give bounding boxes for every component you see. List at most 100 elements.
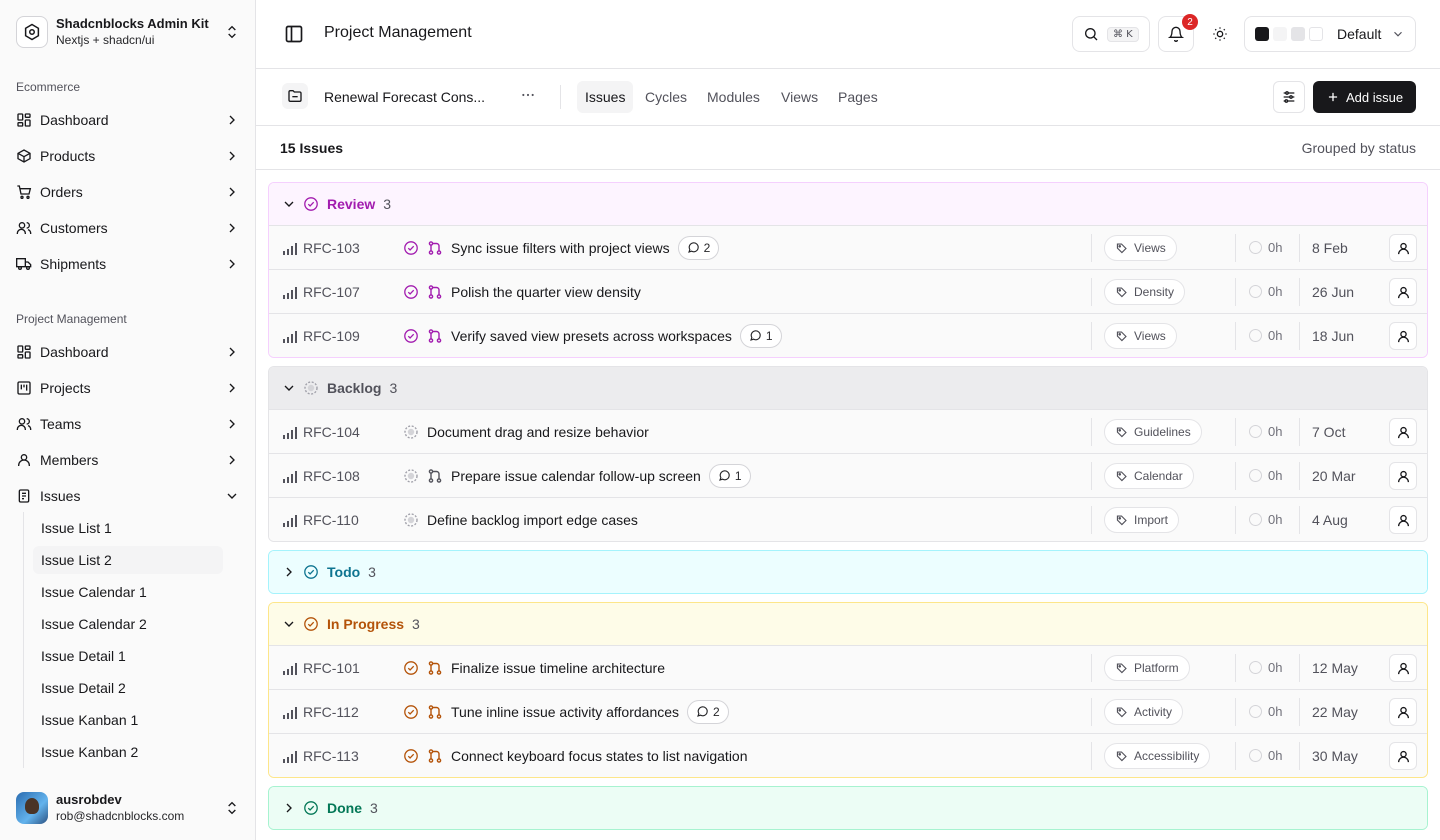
label-chip[interactable]: Platform [1104,655,1190,681]
chevron-down-icon[interactable] [281,616,297,632]
assignee-button[interactable] [1389,418,1417,446]
sidebar-item-products[interactable]: Products [8,140,248,172]
issue-row[interactable]: RFC-108 Prepare issue calendar follow-up … [269,453,1427,497]
due-date[interactable]: 30 May [1312,748,1358,764]
estimate[interactable]: 0h [1249,748,1282,763]
theme-select[interactable]: Default [1244,16,1416,52]
tab-modules[interactable]: Modules [699,81,768,113]
sidebar-item-shipments[interactable]: Shipments [8,248,248,280]
issue-row[interactable]: RFC-112 Tune inline issue activity afford… [269,689,1427,733]
workspace-switcher[interactable]: Shadcnblocks Admin Kit Nextjs + shadcn/u… [8,8,248,56]
comment-count[interactable]: 1 [739,323,782,348]
tab-pages[interactable]: Pages [830,81,886,113]
estimate[interactable]: 0h [1249,328,1282,343]
issue-title[interactable]: Connect keyboard focus states to list na… [451,748,748,764]
label-chip[interactable]: Activity [1104,699,1184,725]
status-icon[interactable] [403,748,419,764]
submenu-item-issue-detail-1[interactable]: Issue Detail 1 [33,642,223,670]
sidebar-item-customers[interactable]: Customers [8,212,248,244]
submenu-item-issue-list-1[interactable]: Issue List 1 [33,514,223,542]
issue-row[interactable]: RFC-110 Define backlog import edge cases I… [269,497,1427,541]
due-date[interactable]: 8 Feb [1312,240,1348,256]
assignee-button[interactable] [1389,698,1417,726]
issue-title[interactable]: Tune inline issue activity affordances [451,704,679,720]
due-date[interactable]: 4 Aug [1312,512,1348,528]
submenu-item-issue-detail-2[interactable]: Issue Detail 2 [33,674,223,702]
issue-title[interactable]: Sync issue filters with project views [451,240,670,256]
tab-cycles[interactable]: Cycles [637,81,695,113]
status-icon[interactable] [403,284,419,300]
sidebar-item-projects[interactable]: Projects [8,372,248,404]
more-icon[interactable] [518,85,538,105]
group-header[interactable]: Review 3 [269,183,1427,225]
due-date[interactable]: 20 Mar [1312,468,1356,484]
issue-row[interactable]: RFC-101 Finalize issue timeline architect… [269,645,1427,689]
tab-issues[interactable]: Issues [577,81,634,113]
label-chip[interactable]: Accessibility [1104,743,1211,769]
priority-icon[interactable] [283,514,297,527]
label-chip[interactable]: Calendar [1104,463,1194,489]
label-chip[interactable]: Density [1104,279,1186,305]
submenu-item-issue-list-2[interactable]: Issue List 2 [33,546,223,574]
search-button[interactable]: ⌘ K [1072,16,1150,52]
add-issue-button[interactable]: Add issue [1313,81,1416,113]
status-icon[interactable] [403,660,419,676]
sidebar-toggle-icon[interactable] [284,24,304,44]
assignee-button[interactable] [1389,654,1417,682]
issue-title[interactable]: Polish the quarter view density [451,284,641,300]
assignee-button[interactable] [1389,278,1417,306]
priority-icon[interactable] [283,750,297,763]
submenu-item-issue-kanban-2[interactable]: Issue Kanban 2 [33,738,223,766]
label-chip[interactable]: Views [1104,323,1177,349]
issue-title[interactable]: Prepare issue calendar follow-up screen [451,468,701,484]
estimate[interactable]: 0h [1249,468,1282,483]
estimate[interactable]: 0h [1249,704,1282,719]
sidebar-item-dashboard[interactable]: Dashboard [8,336,248,368]
priority-icon[interactable] [283,330,297,343]
project-name[interactable]: Renewal Forecast Cons... [324,89,500,105]
priority-icon[interactable] [283,706,297,719]
chevron-down-icon[interactable] [281,196,297,212]
issue-title[interactable]: Define backlog import edge cases [427,512,638,528]
status-icon[interactable] [403,704,419,720]
comment-count[interactable]: 2 [687,699,729,724]
group-header[interactable]: In Progress 3 [269,603,1427,645]
sidebar-item-issues[interactable]: Issues [8,480,248,512]
due-date[interactable]: 12 May [1312,660,1358,676]
sidebar-item-teams[interactable]: Teams [8,408,248,440]
label-chip[interactable]: Import [1104,507,1180,533]
assignee-button[interactable] [1389,234,1417,262]
display-settings-button[interactable] [1273,81,1305,113]
priority-icon[interactable] [283,662,297,675]
due-date[interactable]: 22 May [1312,704,1358,720]
label-chip[interactable]: Views [1104,235,1177,261]
sidebar-item-members[interactable]: Members [8,444,248,476]
estimate[interactable]: 0h [1249,512,1282,527]
status-icon[interactable] [403,512,419,528]
submenu-item-issue-calendar-2[interactable]: Issue Calendar 2 [33,610,223,638]
submenu-item-issue-kanban-1[interactable]: Issue Kanban 1 [33,706,223,734]
comment-count[interactable]: 2 [677,235,720,260]
comment-count[interactable]: 1 [708,463,751,488]
issue-row[interactable]: RFC-103 Sync issue filters with project v… [269,225,1427,269]
issue-title[interactable]: Verify saved view presets across workspa… [451,328,732,344]
sidebar-item-orders[interactable]: Orders [8,176,248,208]
issue-title[interactable]: Document drag and resize behavior [427,424,649,440]
tab-views[interactable]: Views [773,81,826,113]
submenu-item-issue-calendar-1[interactable]: Issue Calendar 1 [33,578,223,606]
sidebar-item-dashboard[interactable]: Dashboard [8,104,248,136]
status-icon[interactable] [403,328,419,344]
due-date[interactable]: 18 Jun [1312,328,1354,344]
chevron-down-icon[interactable] [281,380,297,396]
chevron-right-icon[interactable] [281,564,297,580]
status-icon[interactable] [403,468,419,484]
chevron-right-icon[interactable] [281,800,297,816]
estimate[interactable]: 0h [1249,284,1282,299]
issue-row[interactable]: RFC-109 Verify saved view presets across … [269,313,1427,357]
priority-icon[interactable] [283,426,297,439]
estimate[interactable]: 0h [1249,660,1282,675]
assignee-button[interactable] [1389,462,1417,490]
priority-icon[interactable] [283,242,297,255]
due-date[interactable]: 26 Jun [1312,284,1354,300]
issue-row[interactable]: RFC-113 Connect keyboard focus states to … [269,733,1427,777]
